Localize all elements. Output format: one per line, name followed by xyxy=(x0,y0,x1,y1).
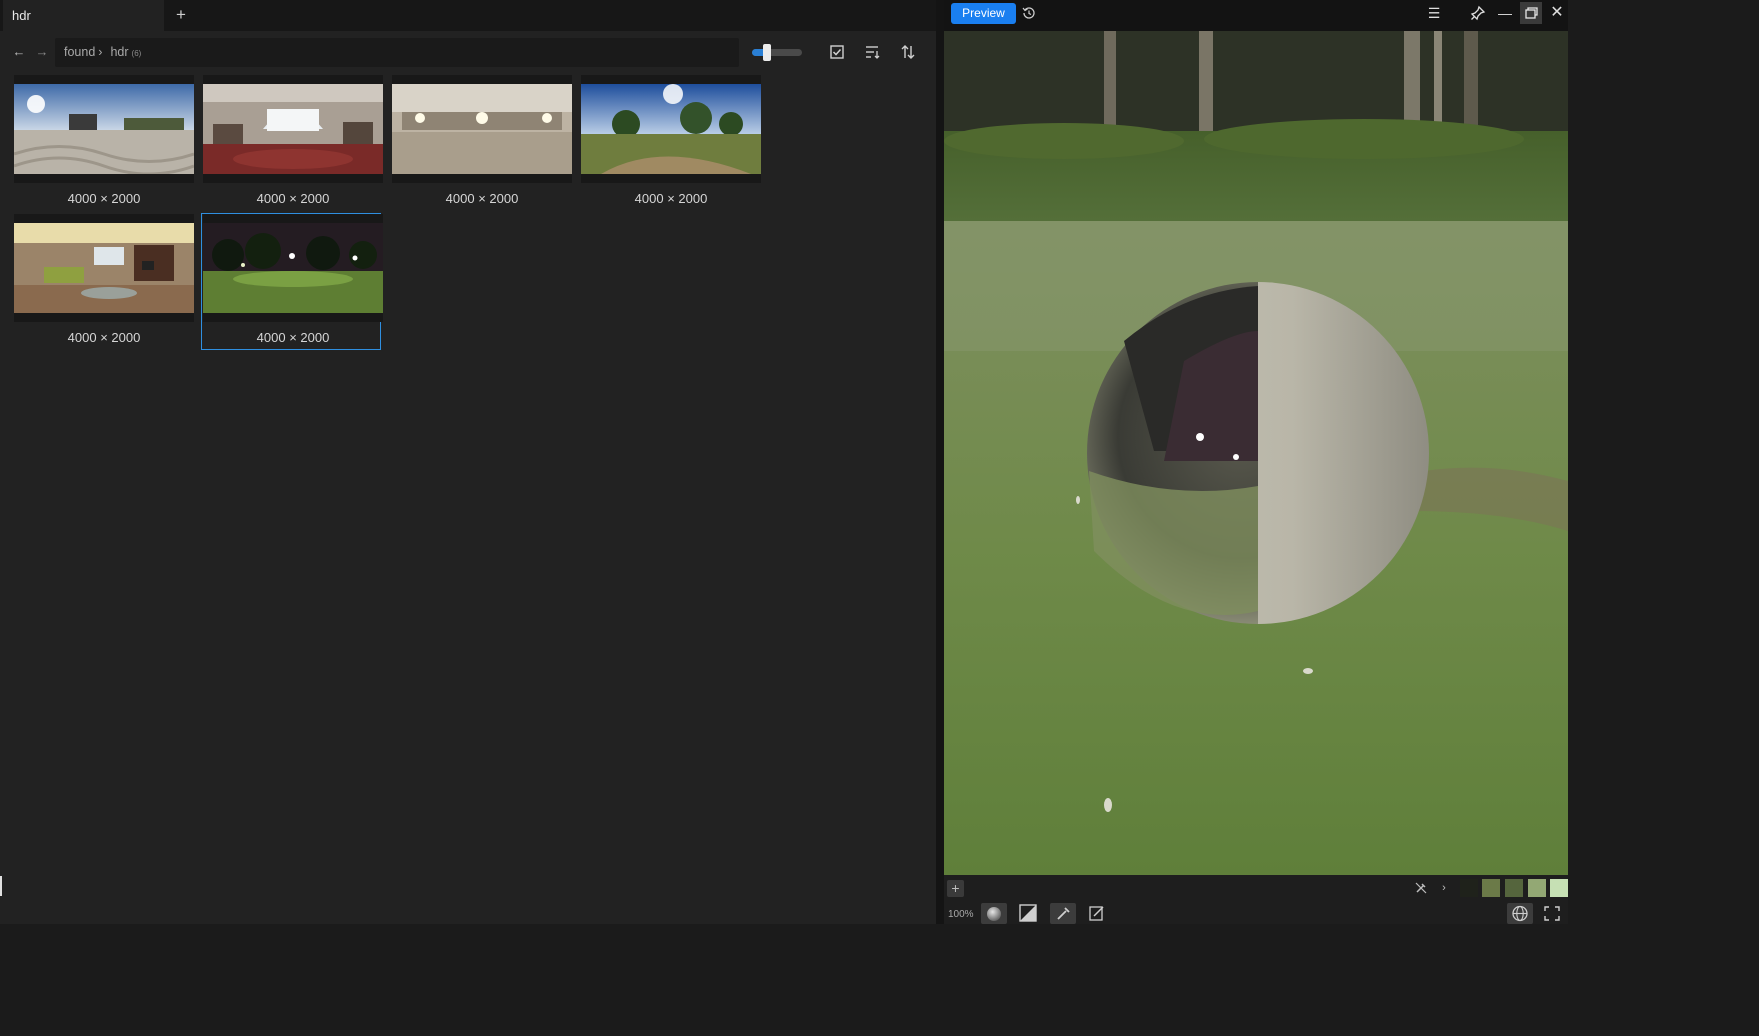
thumbnail-card[interactable]: 4000 × 2000 xyxy=(389,74,572,211)
tab-hdr[interactable]: hdr xyxy=(3,0,164,31)
fullscreen-icon[interactable] xyxy=(1540,903,1564,924)
preview-statusbar: + › 100% xyxy=(944,875,1568,924)
palette-swatch[interactable] xyxy=(1528,879,1546,897)
edit-note-icon[interactable] xyxy=(1084,903,1110,924)
back-arrow-icon[interactable]: ← xyxy=(11,44,27,60)
palette-swatch[interactable] xyxy=(1460,879,1478,897)
file-browser-panel: hdr + ← → found › hdr (6) 4000 × 2000 40… xyxy=(0,0,936,924)
preview-toolbar: Preview ☰ — ✕ xyxy=(944,0,1568,31)
breadcrumb[interactable]: found › hdr (6) xyxy=(55,38,739,67)
thumbnail-dimensions: 4000 × 2000 xyxy=(445,191,519,206)
thumbnail-card[interactable]: 4000 × 2000 xyxy=(11,213,194,350)
hdr-thumbnail-image xyxy=(392,75,572,183)
thumbnail-grid: 4000 × 2000 4000 × 2000 4000 × 2000 4000… xyxy=(10,74,770,364)
thumbnail-card[interactable]: 4000 × 2000 xyxy=(200,74,383,211)
browser-toolbar: ← → found › hdr (6) xyxy=(0,31,936,74)
palette-swatch[interactable] xyxy=(1482,879,1500,897)
thumbnail-dimensions: 4000 × 2000 xyxy=(256,330,330,345)
minimize-icon[interactable]: — xyxy=(1497,5,1513,21)
tab-label: hdr xyxy=(12,8,31,23)
select-checkbox-icon[interactable] xyxy=(828,43,846,61)
thumbnail-card[interactable]: 4000 × 2000 xyxy=(578,74,761,211)
palette-swatch[interactable] xyxy=(1505,879,1523,897)
close-icon[interactable]: ✕ xyxy=(1549,5,1565,21)
pin-icon[interactable] xyxy=(1470,5,1486,21)
hdr-thumbnail-image xyxy=(581,75,761,183)
hdr-thumbnail-image xyxy=(203,75,383,183)
sphere-preview-button[interactable] xyxy=(981,903,1007,924)
slider-handle[interactable] xyxy=(762,44,771,61)
thumbnail-card-selected[interactable]: 4000 × 2000 xyxy=(201,213,383,350)
palette-swatch[interactable] xyxy=(1550,879,1568,897)
thumbnail-size-slider[interactable] xyxy=(752,44,802,61)
forward-arrow-icon[interactable]: → xyxy=(34,44,50,60)
thumbnail-dimensions: 4000 × 2000 xyxy=(634,191,708,206)
hdr-thumbnail-image xyxy=(14,75,194,183)
chevron-right-icon[interactable]: › xyxy=(1437,881,1451,895)
preview-button[interactable]: Preview xyxy=(951,3,1016,24)
hdr-thumbnail-image xyxy=(203,214,383,322)
sort-icon[interactable] xyxy=(863,43,881,61)
breadcrumb-separator: › xyxy=(98,45,103,59)
preview-panel: Preview ☰ — ✕ + › 100% xyxy=(944,0,1568,924)
eyedropper-off-icon[interactable] xyxy=(1414,881,1428,895)
history-icon[interactable] xyxy=(1022,6,1036,20)
thumbnail-dimensions: 4000 × 2000 xyxy=(67,330,141,345)
breadcrumb-current[interactable]: hdr xyxy=(110,45,128,59)
scroll-indicator xyxy=(0,876,2,896)
panel-splitter[interactable] xyxy=(936,0,944,924)
exposure-icon[interactable] xyxy=(1015,903,1041,924)
sort-direction-icon[interactable] xyxy=(899,43,917,61)
item-count: (6) xyxy=(131,49,142,58)
add-tab-button[interactable]: + xyxy=(173,6,189,23)
eyedropper-icon[interactable] xyxy=(1050,903,1076,924)
globe-icon[interactable] xyxy=(1507,903,1533,924)
thumbnail-dimensions: 4000 × 2000 xyxy=(67,191,141,206)
add-icon[interactable]: + xyxy=(947,880,964,897)
hdr-preview-viewport[interactable] xyxy=(944,31,1568,875)
restore-icon[interactable] xyxy=(1520,2,1542,24)
hdr-thumbnail-image xyxy=(14,214,194,322)
menu-icon[interactable]: ☰ xyxy=(1426,5,1442,21)
thumbnail-card[interactable]: 4000 × 2000 xyxy=(11,74,194,211)
breadcrumb-root[interactable]: found xyxy=(64,45,95,59)
zoom-level[interactable]: 100% xyxy=(948,909,974,920)
thumbnail-dimensions: 4000 × 2000 xyxy=(256,191,330,206)
tab-bar: hdr + xyxy=(0,0,936,31)
